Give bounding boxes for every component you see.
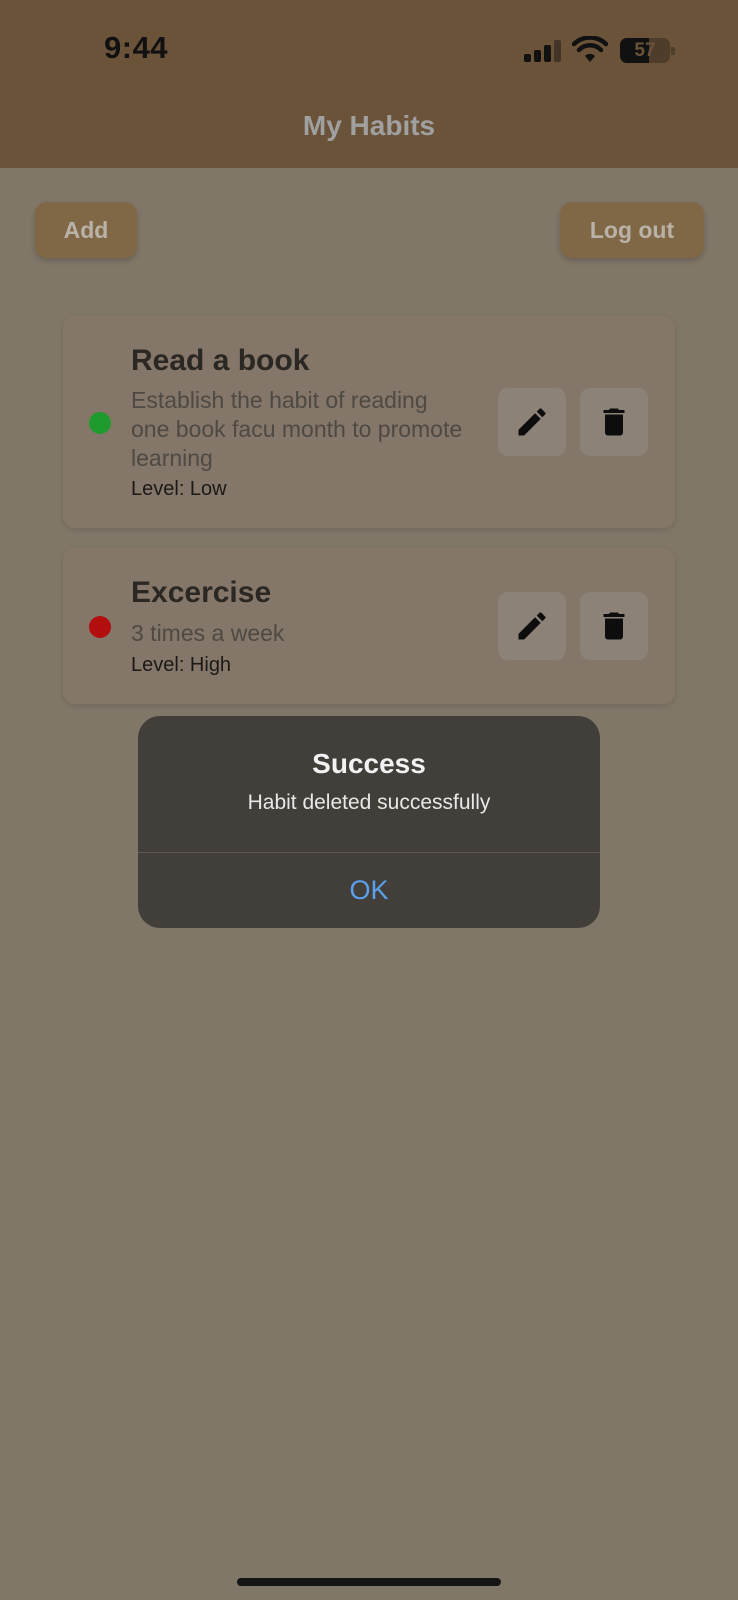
edit-button[interactable] <box>498 592 566 660</box>
habit-card: Excercise 3 times a week Level: High <box>63 548 675 704</box>
page-title: My Habits <box>302 110 436 141</box>
alert-message: Habit deleted successfully <box>247 791 491 814</box>
habit-level: Level: High <box>131 654 232 676</box>
status-icons: 57 <box>0 34 738 64</box>
battery-icon: 57 <box>620 38 670 63</box>
habit-card: Read a book Establish the habit of readi… <box>63 316 675 528</box>
battery-percentage: 57 <box>634 40 656 61</box>
habit-level: Level: Low <box>131 478 227 500</box>
wifi-icon <box>572 36 608 62</box>
success-alert: Success Habit deleted successfully OK <box>138 716 600 928</box>
alert-title: Success <box>312 748 426 779</box>
delete-button[interactable] <box>580 592 648 660</box>
cellular-signal-icon <box>524 40 562 62</box>
habit-description: Establish the habit of reading one book … <box>131 387 463 471</box>
delete-button[interactable] <box>580 388 648 456</box>
habit-title: Read a book <box>131 344 310 377</box>
habit-description: 3 times a week <box>131 620 285 646</box>
trash-icon <box>603 408 625 436</box>
edit-button[interactable] <box>498 388 566 456</box>
add-button[interactable]: Add <box>35 202 137 258</box>
home-indicator[interactable] <box>237 1578 501 1586</box>
habit-title: Excercise <box>131 576 272 609</box>
pencil-icon <box>518 408 546 436</box>
pencil-icon <box>518 612 546 640</box>
battery-tip <box>671 47 675 55</box>
app-header: 9:44 57 My Habits <box>0 0 738 168</box>
status-dot <box>89 412 111 434</box>
trash-icon <box>603 612 625 640</box>
status-dot <box>89 616 111 638</box>
ok-button[interactable]: OK <box>138 853 600 928</box>
logout-button[interactable]: Log out <box>560 202 704 258</box>
